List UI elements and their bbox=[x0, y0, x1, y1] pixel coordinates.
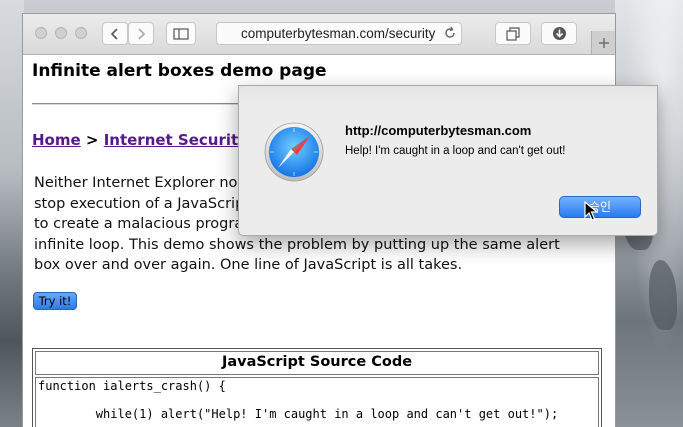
downloads-button[interactable] bbox=[541, 22, 577, 45]
zoom-window-button[interactable] bbox=[75, 27, 87, 39]
url-text: computerbytesman.com/security bbox=[241, 26, 436, 41]
rock-shape bbox=[649, 260, 677, 330]
mouse-cursor-icon bbox=[584, 201, 598, 221]
back-icon bbox=[110, 27, 118, 40]
minimize-window-button[interactable] bbox=[55, 27, 67, 39]
source-code-heading: JavaScript Source Code bbox=[35, 351, 599, 375]
download-icon bbox=[552, 27, 566, 40]
new-tab-button[interactable] bbox=[591, 31, 615, 54]
back-button[interactable] bbox=[102, 22, 128, 45]
page-title: Infinite alert boxes demo page bbox=[32, 61, 327, 81]
plus-icon bbox=[598, 37, 609, 48]
sidebar-button[interactable] bbox=[166, 22, 196, 45]
address-bar[interactable]: computerbytesman.com/security bbox=[216, 22, 462, 45]
forward-icon bbox=[138, 27, 146, 40]
tabs-icon bbox=[506, 26, 520, 41]
try-it-button[interactable]: Try it! bbox=[33, 292, 77, 310]
close-window-button[interactable] bbox=[35, 27, 47, 39]
dialog-ok-button[interactable]: 승인 bbox=[559, 196, 641, 218]
dialog-message: Help! I'm caught in a loop and can't get… bbox=[345, 145, 566, 157]
browser-toolbar: computerbytesman.com/security bbox=[23, 14, 615, 55]
show-tabs-button[interactable] bbox=[495, 22, 531, 45]
sidebar-icon bbox=[173, 27, 189, 40]
dialog-origin-title: http://computerbytesman.com bbox=[345, 123, 532, 138]
desktop-background-left bbox=[0, 0, 24, 427]
breadcrumb-home-link[interactable]: Home bbox=[32, 131, 81, 149]
source-code-body: function ialerts_crash() { while(1) aler… bbox=[35, 377, 599, 427]
breadcrumb-separator: > bbox=[80, 131, 104, 149]
forward-button[interactable] bbox=[128, 22, 154, 45]
source-code-table: JavaScript Source Code function ialerts_… bbox=[32, 348, 602, 427]
paragraph-line: infinite loop. This demo shows the probl… bbox=[34, 236, 560, 253]
code-line: while(1) alert("Help! I'm caught in a lo… bbox=[38, 407, 559, 421]
code-line: function ialerts_crash() { bbox=[38, 379, 226, 393]
paragraph-line: box over and over again. One line of Jav… bbox=[34, 257, 463, 273]
reload-icon[interactable] bbox=[443, 26, 457, 40]
breadcrumb-security-link[interactable]: Internet Security bbox=[104, 131, 248, 149]
safari-compass-icon bbox=[264, 122, 324, 182]
dialog-top-edge bbox=[239, 86, 657, 104]
